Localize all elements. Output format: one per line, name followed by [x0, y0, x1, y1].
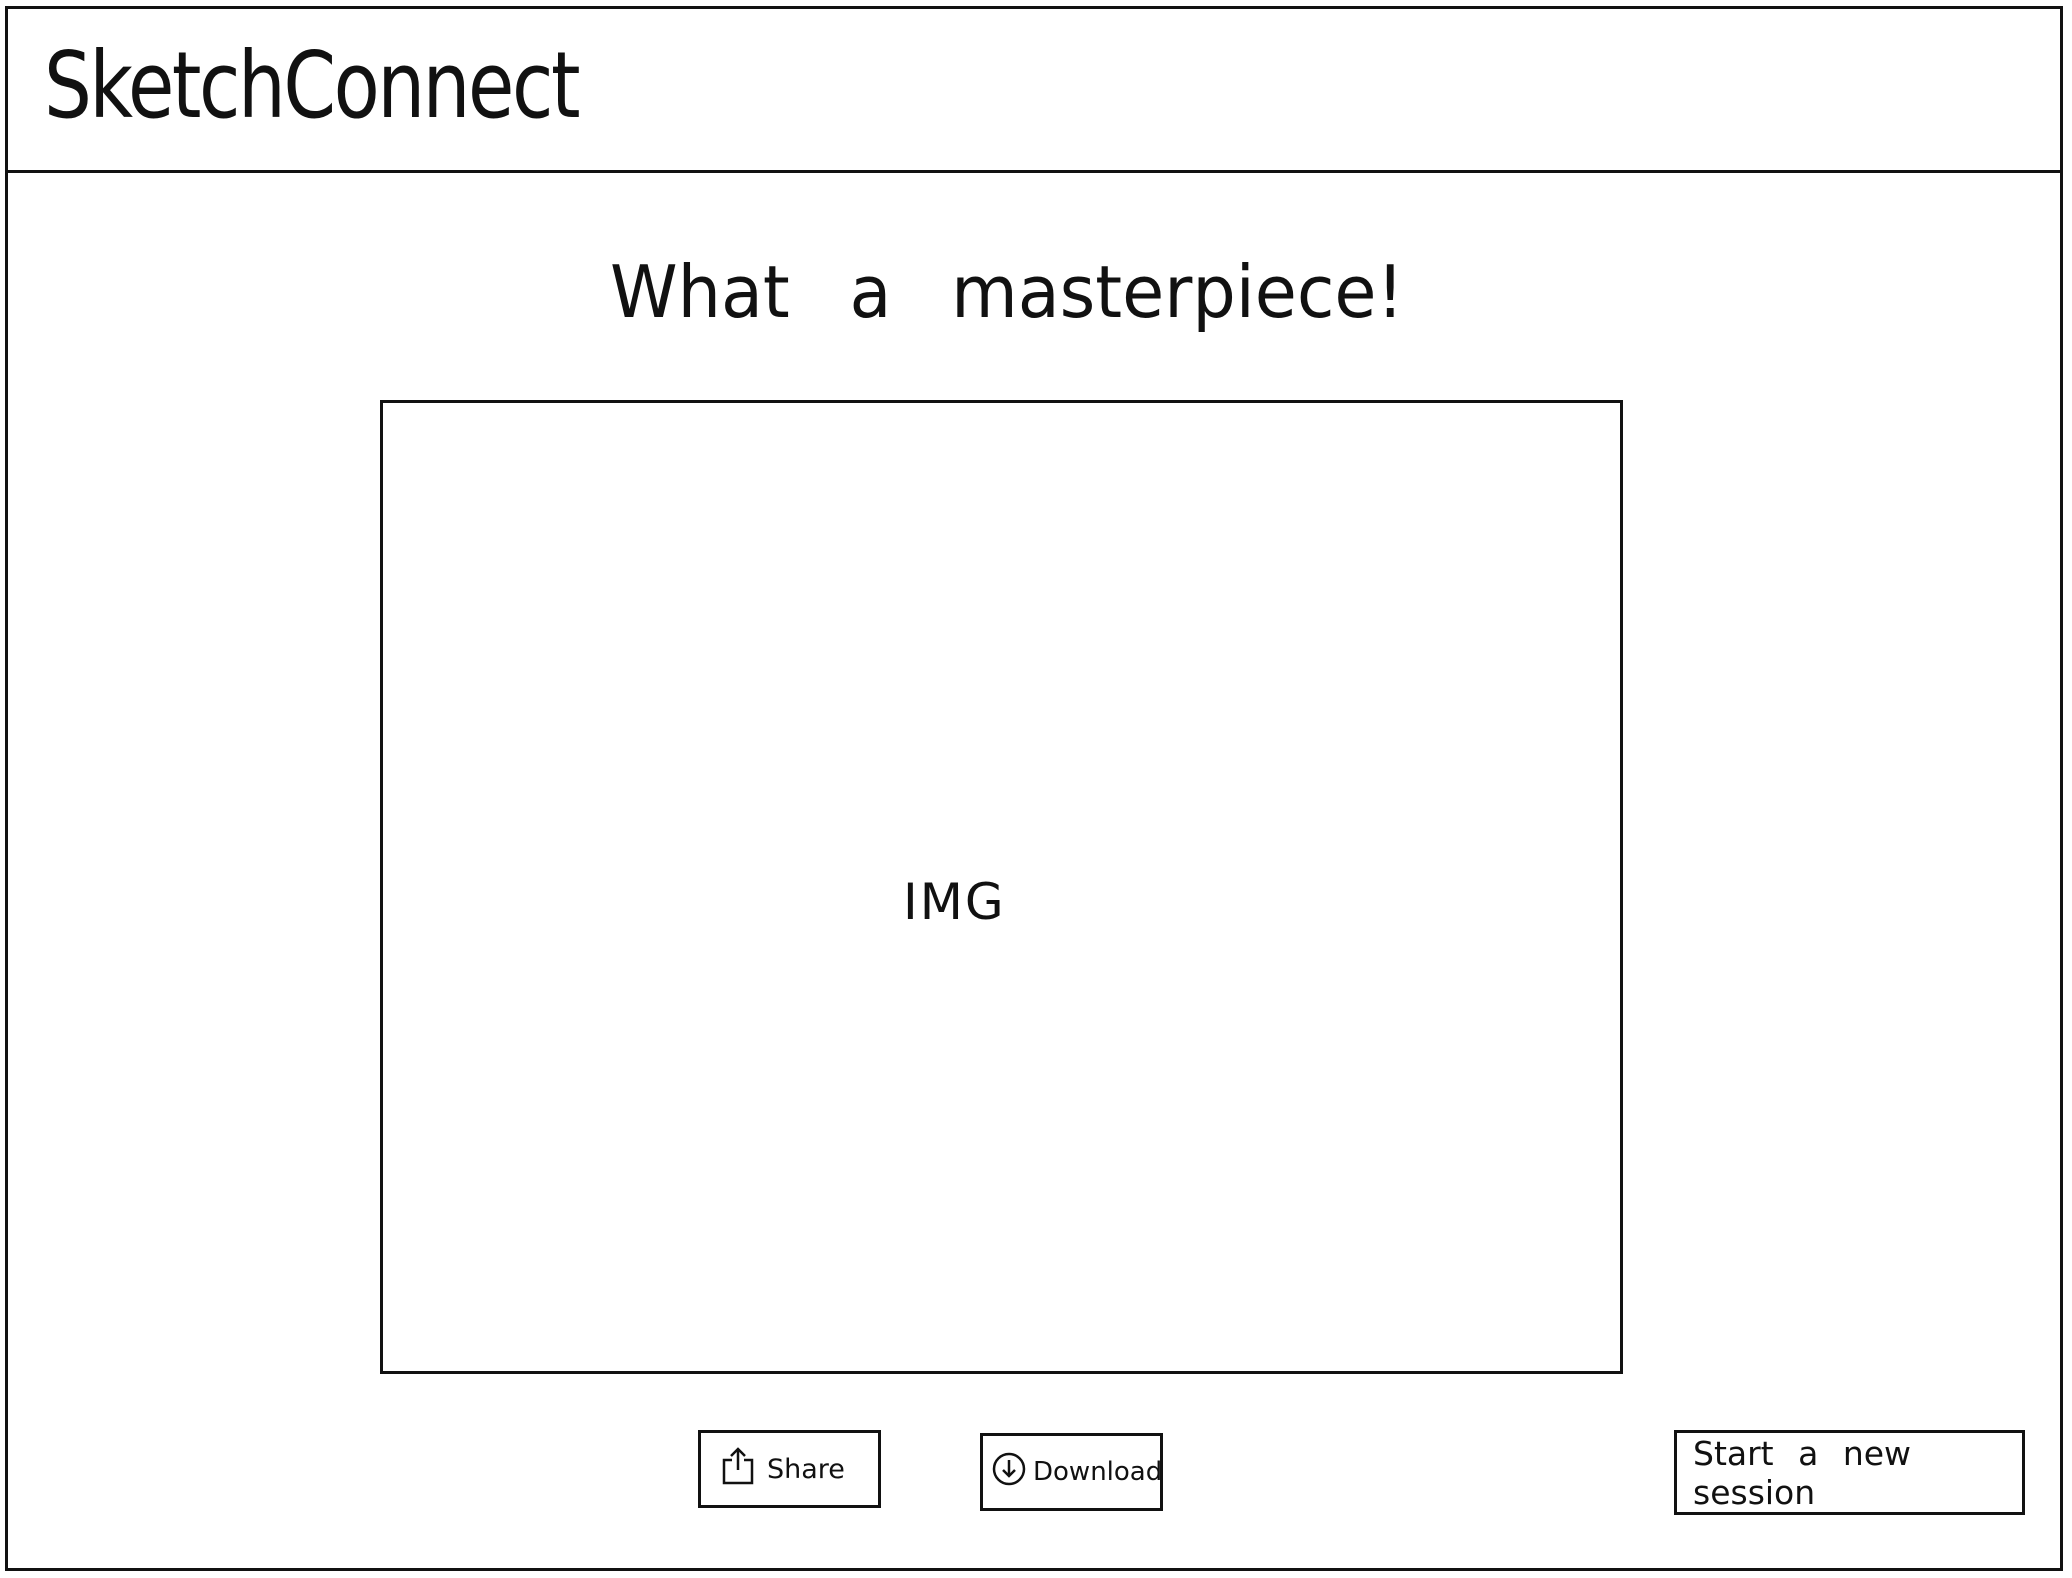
page-headline: What a masterpiece! — [610, 250, 1404, 334]
start-new-session-button[interactable]: Start a new session — [1674, 1430, 2025, 1515]
app-title: SketchConnect — [44, 32, 581, 139]
start-new-session-label: Start a new session — [1693, 1433, 1912, 1512]
download-button-label: Download — [1033, 1457, 1163, 1487]
download-button[interactable]: Download — [980, 1433, 1163, 1511]
share-button-label: Share — [767, 1453, 845, 1485]
share-icon — [721, 1446, 755, 1493]
app-header: SketchConnect — [8, 9, 2060, 173]
artwork-image: IMG — [380, 400, 1623, 1374]
image-placeholder-label: IMG — [903, 873, 1006, 931]
download-icon — [991, 1451, 1027, 1494]
share-button[interactable]: Share — [698, 1430, 881, 1508]
